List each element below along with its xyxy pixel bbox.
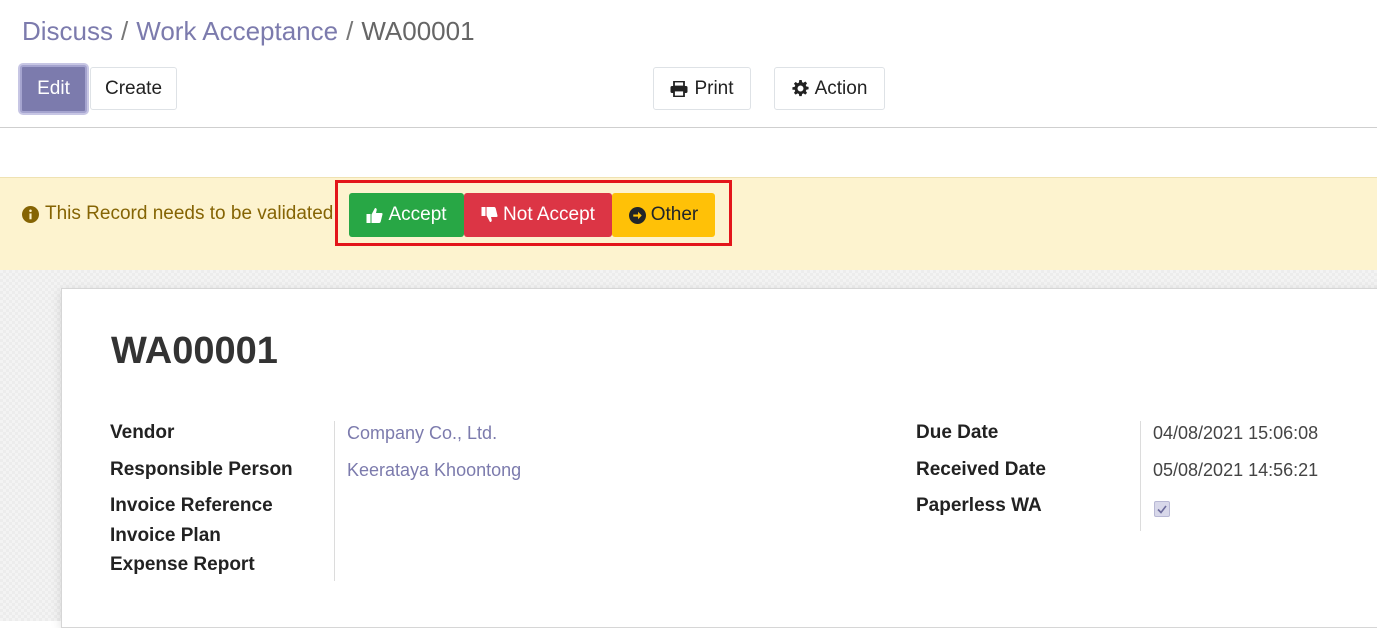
form-sheet: WA00001 Vendor Responsible Person Invoic… bbox=[61, 288, 1377, 628]
due-date-label: Due Date bbox=[916, 422, 999, 443]
info-icon bbox=[22, 205, 39, 223]
paperless-wa-checkbox[interactable] bbox=[1154, 501, 1170, 517]
breadcrumb: Discuss / Work Acceptance / WA00001 bbox=[22, 14, 475, 48]
edit-button[interactable]: Edit bbox=[20, 65, 87, 113]
print-button[interactable]: Print bbox=[653, 67, 751, 110]
received-date-label: Received Date bbox=[916, 459, 1046, 480]
print-button-label: Print bbox=[694, 77, 734, 99]
responsible-person-label: Responsible Person bbox=[110, 459, 293, 480]
other-button-label: Other bbox=[650, 204, 699, 225]
create-button-label: Create bbox=[104, 77, 163, 99]
due-date-value[interactable]: 04/08/2021 15:06:08 bbox=[1153, 421, 1318, 445]
alert-message-text: This Record needs to be validated. bbox=[45, 203, 339, 224]
create-button[interactable]: Create bbox=[90, 67, 177, 110]
field-divider bbox=[334, 421, 335, 581]
thumbs-up-icon bbox=[366, 208, 384, 223]
action-button-label: Action bbox=[814, 77, 868, 99]
thumbs-down-icon bbox=[481, 207, 498, 222]
received-date-value[interactable]: 05/08/2021 14:56:21 bbox=[1153, 458, 1318, 482]
arrow-circle-right-icon bbox=[628, 206, 646, 224]
control-panel: Discuss / Work Acceptance / WA00001 Edit Cre… bbox=[0, 0, 1377, 128]
not-accept-button[interactable]: Not Accept bbox=[464, 193, 612, 237]
invoice-plan-label: Invoice Plan bbox=[110, 525, 221, 546]
not-accept-button-label: Not Accept bbox=[503, 204, 595, 225]
edit-button-label: Edit bbox=[37, 78, 70, 99]
breadcrumb-current: WA00001 bbox=[361, 16, 475, 46]
responsible-person-value[interactable]: Keerataya Khoontong bbox=[347, 458, 521, 482]
breadcrumb-work-acceptance[interactable]: Work Acceptance bbox=[136, 16, 338, 46]
expense-report-label: Expense Report bbox=[110, 554, 255, 575]
field-divider bbox=[1140, 421, 1141, 531]
print-icon bbox=[670, 80, 688, 97]
accept-button[interactable]: Accept bbox=[349, 193, 464, 237]
action-button[interactable]: Action bbox=[774, 67, 885, 110]
alert-message: This Record needs to be validated. bbox=[22, 202, 339, 226]
vendor-label: Vendor bbox=[110, 422, 175, 443]
other-button[interactable]: Other bbox=[612, 193, 715, 237]
accept-button-label: Accept bbox=[388, 204, 447, 225]
breadcrumb-discuss[interactable]: Discuss bbox=[22, 16, 113, 46]
gear-icon bbox=[792, 80, 809, 97]
record-title: WA00001 bbox=[111, 330, 278, 372]
validation-alert: This Record needs to be validated. Accep… bbox=[0, 177, 1377, 270]
paperless-wa-label: Paperless WA bbox=[916, 495, 1042, 516]
breadcrumb-separator: / bbox=[121, 16, 129, 46]
breadcrumb-separator: / bbox=[346, 16, 354, 46]
vendor-value[interactable]: Company Co., Ltd. bbox=[347, 421, 497, 445]
invoice-reference-label: Invoice Reference bbox=[110, 495, 273, 516]
check-icon bbox=[1157, 505, 1167, 514]
